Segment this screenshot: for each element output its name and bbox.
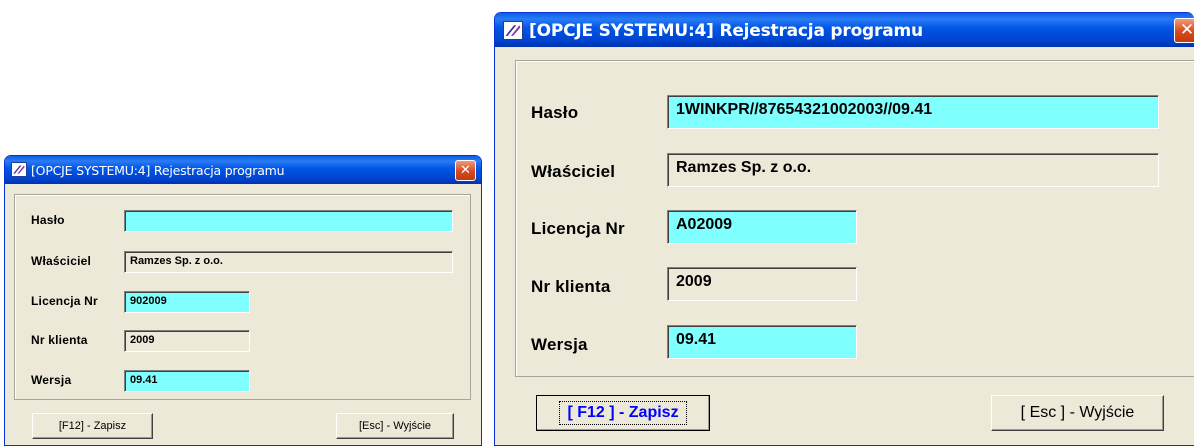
exit-button[interactable]: [ Esc ] - Wyjście	[991, 395, 1164, 431]
save-button-label: [ F12 ] - Zapisz	[559, 401, 687, 425]
client-number-field: 2009	[124, 330, 250, 352]
version-label: Wersja	[31, 373, 72, 387]
owner-label: Właściciel	[531, 162, 616, 181]
app-logo-icon	[503, 21, 523, 40]
registration-window-large: [OPCJE SYSTEMU:4] Rejestracja programu ✕…	[494, 12, 1194, 446]
client-label: Nr klienta	[531, 277, 611, 296]
version-field[interactable]: 09.41	[124, 370, 250, 392]
close-icon[interactable]: ✕	[1174, 18, 1194, 43]
license-field[interactable]: A02009	[667, 210, 857, 244]
registration-window-small: [OPCJE SYSTEMU:4] Rejestracja programu ✕…	[4, 155, 482, 446]
title-bar[interactable]: [OPCJE SYSTEMU:4] Rejestracja programu ✕	[495, 13, 1194, 47]
app-logo-icon	[11, 162, 27, 177]
password-field[interactable]	[124, 210, 453, 232]
password-label: Hasło	[31, 213, 65, 227]
license-field[interactable]: 902009	[124, 291, 250, 313]
client-number-field: 2009	[667, 267, 857, 301]
license-label: Licencja Nr	[531, 219, 625, 238]
version-label: Wersja	[531, 335, 588, 354]
owner-field: Ramzes Sp. z o.o.	[124, 251, 453, 273]
license-label: Licencja Nr	[31, 294, 98, 308]
owner-field: Ramzes Sp. z o.o.	[667, 153, 1159, 187]
save-button[interactable]: [F12] - Zapisz	[32, 413, 153, 439]
title-bar[interactable]: [OPCJE SYSTEMU:4] Rejestracja programu ✕	[5, 156, 481, 184]
window-title: [OPCJE SYSTEMU:4] Rejestracja programu	[31, 163, 285, 178]
close-icon[interactable]: ✕	[455, 160, 476, 181]
version-field[interactable]: 09.41	[667, 325, 857, 359]
password-label: Hasło	[531, 103, 579, 122]
save-button[interactable]: [ F12 ] - Zapisz	[536, 395, 710, 431]
owner-label: Właściciel	[31, 254, 92, 268]
window-title: [OPCJE SYSTEMU:4] Rejestracja programu	[529, 21, 923, 41]
password-field[interactable]: 1WINKPR//87654321002003//09.41	[667, 95, 1159, 129]
client-label: Nr klienta	[31, 333, 88, 347]
exit-button[interactable]: [Esc] - Wyjście	[336, 413, 454, 439]
